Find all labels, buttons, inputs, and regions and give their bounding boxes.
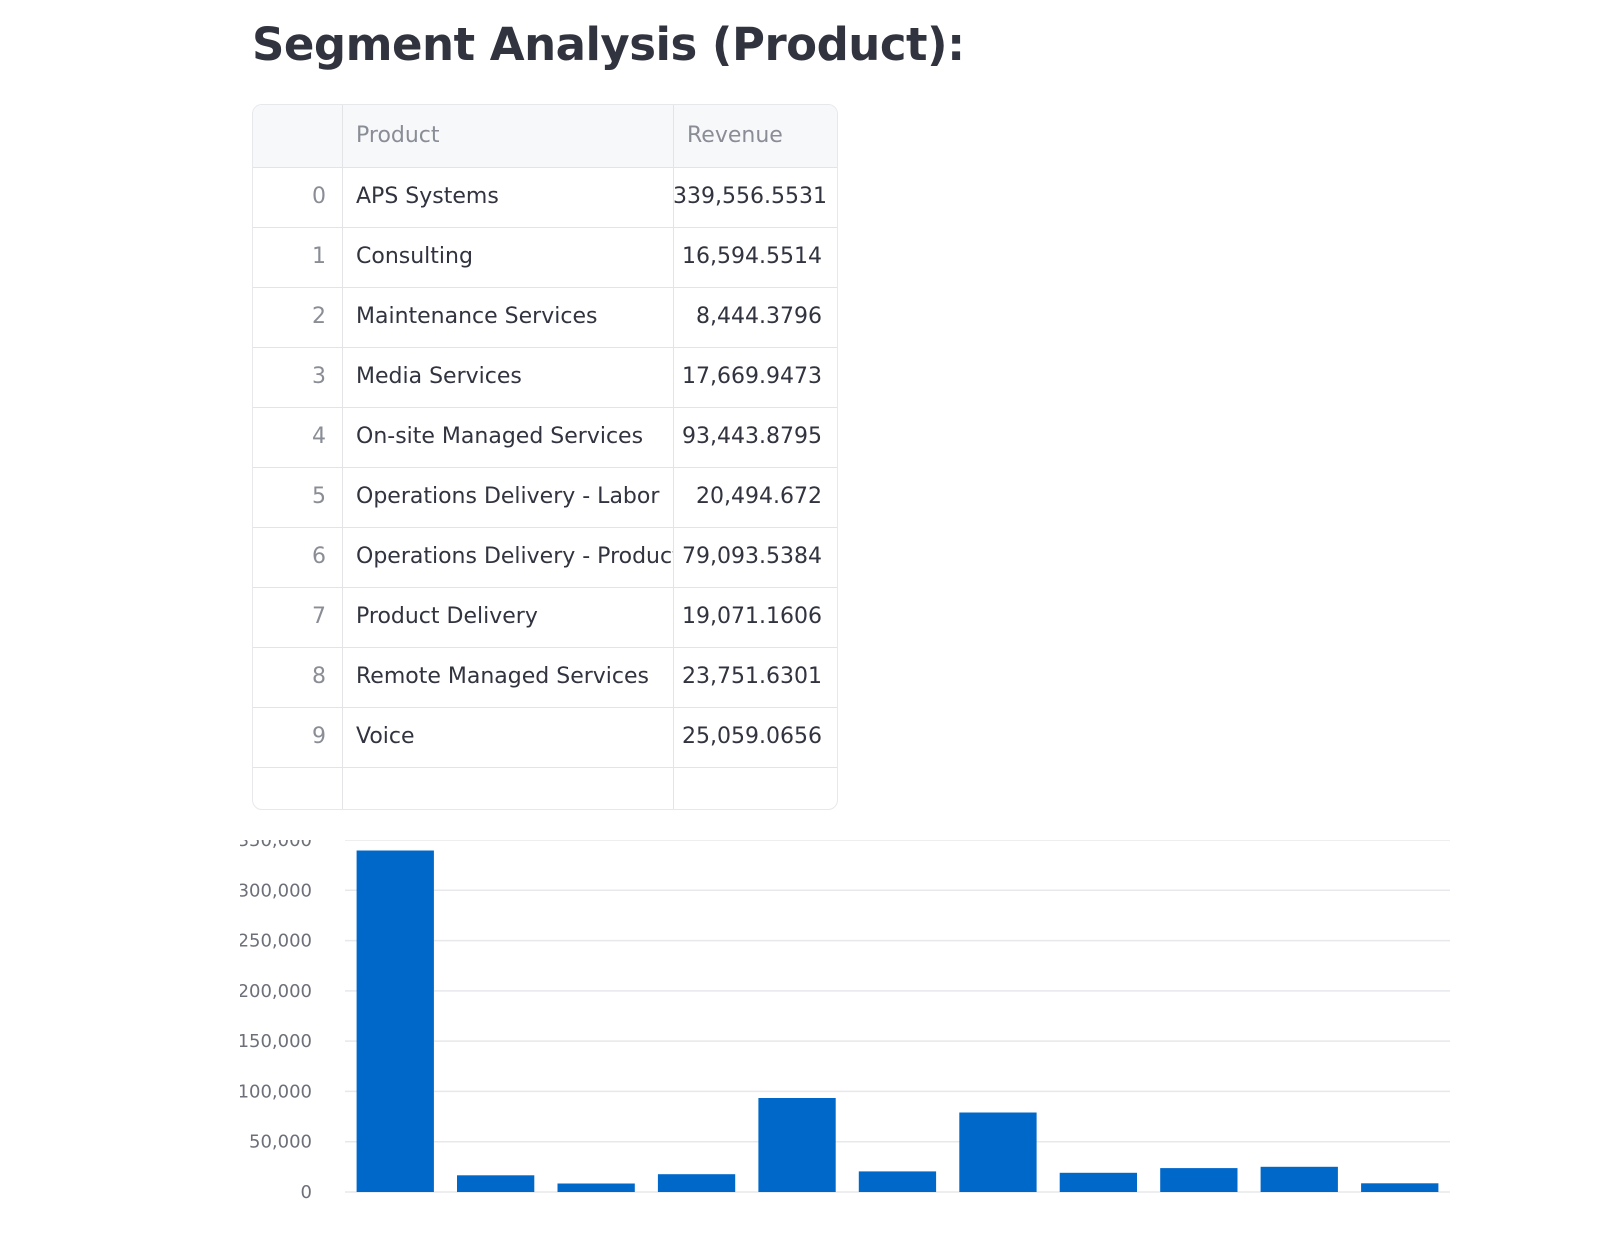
column-divider <box>673 105 674 809</box>
y-tick-label: 350,000 <box>240 840 312 851</box>
y-tick-label: 250,000 <box>240 931 312 952</box>
table-row[interactable]: 1 Consulting 16,594.5514 <box>253 227 837 288</box>
bar[interactable] <box>557 1183 635 1193</box>
revenue-cell[interactable]: 339,556.5531 <box>673 167 837 227</box>
product-cell[interactable]: APS Systems <box>342 167 673 227</box>
y-tick-label: 300,000 <box>240 880 312 901</box>
product-cell[interactable]: On-site Managed Services <box>342 407 673 467</box>
revenue-cell[interactable]: 79,093.5384 <box>673 527 837 587</box>
table-row[interactable]: 4 On-site Managed Services 93,443.8795 <box>253 407 837 468</box>
bar[interactable] <box>1260 1166 1338 1192</box>
revenue-cell[interactable]: 20,494.672 <box>673 467 837 527</box>
row-index-cell[interactable]: 0 <box>253 167 342 227</box>
revenue-cell[interactable]: 23,751.6301 <box>673 647 837 707</box>
row-index-cell[interactable]: 9 <box>253 707 342 767</box>
table-row[interactable]: 7 Product Delivery 19,071.1606 <box>253 587 837 648</box>
row-index-cell[interactable]: 1 <box>253 227 342 287</box>
product-cell[interactable]: Product Delivery <box>342 587 673 647</box>
row-index-cell[interactable]: 8 <box>253 647 342 707</box>
revenue-cell[interactable]: 19,071.1606 <box>673 587 837 647</box>
table-row[interactable]: 3 Media Services 17,669.9473 <box>253 347 837 408</box>
revenue-cell[interactable]: 17,669.9473 <box>673 347 837 407</box>
table-row[interactable]: 5 Operations Delivery - Labor 20,494.672 <box>253 467 837 528</box>
bar[interactable] <box>1361 1183 1439 1192</box>
product-cell[interactable]: Remote Managed Services <box>342 647 673 707</box>
bar[interactable] <box>858 1171 937 1192</box>
column-divider <box>342 105 343 809</box>
table-row[interactable]: 8 Remote Managed Services 23,751.6301 <box>253 647 837 708</box>
bar[interactable] <box>657 1174 736 1192</box>
table-row[interactable]: 0 APS Systems 339,556.5531 <box>253 167 837 228</box>
bar[interactable] <box>457 1175 535 1192</box>
row-index-cell[interactable]: 7 <box>253 587 342 647</box>
page-title: Segment Analysis (Product): <box>252 18 965 71</box>
revenue-cell[interactable]: 16,594.5514 <box>673 227 837 287</box>
product-cell[interactable]: Media Services <box>342 347 673 407</box>
header-index[interactable] <box>253 105 342 167</box>
y-tick-label: 200,000 <box>240 981 312 1002</box>
dataframe-table[interactable]: Product Revenue 0 APS Systems 339,556.5531… <box>252 104 838 810</box>
row-index-cell[interactable]: 2 <box>253 287 342 347</box>
header-revenue[interactable]: Revenue <box>673 105 837 167</box>
revenue-bar-chart: 0 50,000 100,000 150,000 200,000 250,000 300,0… <box>240 840 1450 1203</box>
product-cell[interactable]: Operations Delivery - Product <box>342 527 673 587</box>
row-index-cell[interactable]: 6 <box>253 527 342 587</box>
y-tick-label: 50,000 <box>249 1132 312 1153</box>
bar[interactable] <box>959 1112 1037 1193</box>
row-index-cell[interactable]: 5 <box>253 467 342 527</box>
table-row[interactable]: 2 Maintenance Services 8,444.3796 <box>253 287 837 348</box>
product-cell[interactable]: Voice <box>342 707 673 767</box>
table-row[interactable]: 9 Voice 25,059.0656 <box>253 707 837 768</box>
y-tick-label: 0 <box>301 1182 312 1203</box>
y-tick-label: 100,000 <box>240 1081 312 1102</box>
product-cell[interactable]: Consulting <box>342 227 673 287</box>
bar[interactable] <box>1059 1172 1137 1192</box>
row-index-cell[interactable]: 3 <box>253 347 342 407</box>
table-header-row: Product Revenue <box>253 105 837 168</box>
revenue-cell[interactable]: 8,444.3796 <box>673 287 837 347</box>
bar[interactable] <box>356 850 434 1193</box>
row-index-cell[interactable]: 4 <box>253 407 342 467</box>
y-tick-label: 150,000 <box>240 1031 312 1052</box>
bar[interactable] <box>758 1098 836 1192</box>
table-row[interactable]: 6 Operations Delivery - Product 79,093.538… <box>253 527 837 588</box>
product-cell[interactable]: Maintenance Services <box>342 287 673 347</box>
header-product[interactable]: Product <box>342 105 673 167</box>
product-cell[interactable]: Operations Delivery - Labor <box>342 467 673 527</box>
revenue-cell[interactable]: 93,443.8795 <box>673 407 837 467</box>
bar[interactable] <box>1160 1168 1238 1192</box>
revenue-cell[interactable]: 25,059.0656 <box>673 707 837 767</box>
